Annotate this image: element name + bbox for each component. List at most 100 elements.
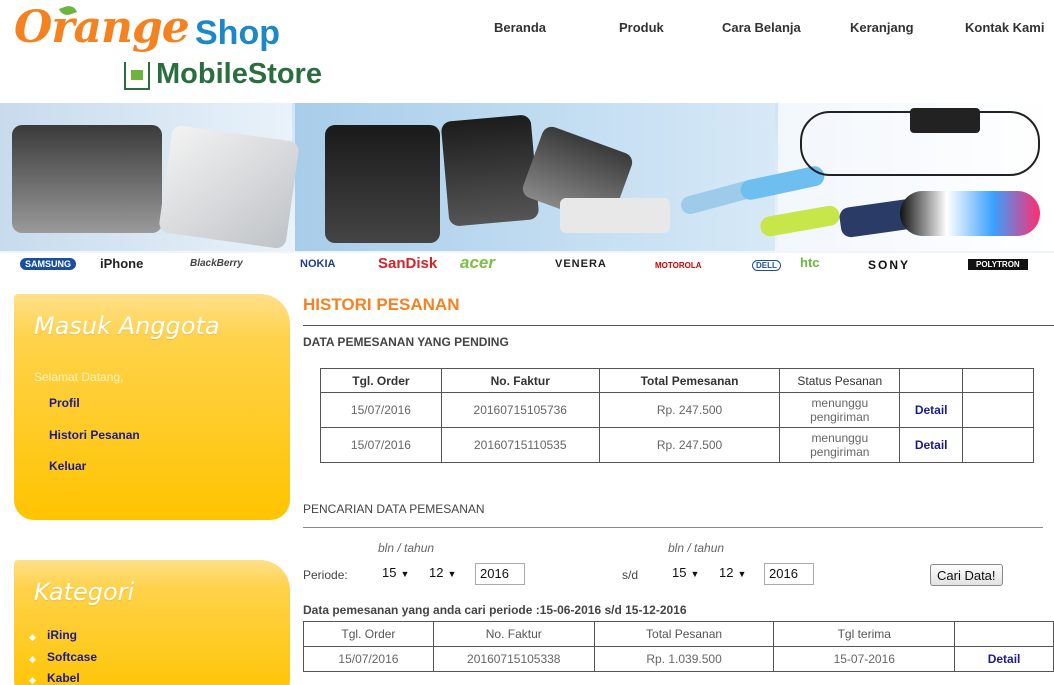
nav-keranjang[interactable]: Keranjang: [850, 20, 914, 35]
status-text: pengiriman: [810, 410, 870, 424]
to-year-input[interactable]: 2016: [764, 563, 814, 585]
headphones-image: [900, 191, 1040, 236]
search-button[interactable]: Cari Data!: [930, 564, 1003, 586]
nav-produk[interactable]: Produk: [619, 20, 664, 35]
invoice-cell: 20160715105338: [432, 646, 595, 672]
to-month-select[interactable]: 12 ▼: [715, 563, 763, 585]
polytron-logo: POLYTRON: [968, 259, 1028, 270]
bullet-icon: ◆: [29, 654, 36, 664]
status-cell: menunggu pengiriman: [779, 427, 901, 463]
from-year-input[interactable]: 2016: [475, 563, 525, 585]
order-history-link[interactable]: Histori Pesanan: [49, 428, 140, 442]
column-header: Tgl terima: [773, 621, 956, 647]
chevron-down-icon: ▼: [447, 569, 457, 579]
search-results-table: Tgl. Order No. Faktur Total Pesanan Tgl …: [303, 621, 1054, 672]
table-row: 15/07/2016 20160715110535 Rp. 247.500 me…: [320, 427, 1034, 463]
site-header: Orange Shop MobileStore Beranda Produk C…: [0, 0, 1054, 103]
pending-orders-table: Tgl. Order No. Faktur Total Pemesanan St…: [320, 368, 1034, 463]
column-header: Total Pesanan: [593, 621, 775, 647]
column-header: [954, 621, 1054, 647]
total-cell: Rp. 1.039.500: [593, 646, 775, 672]
galaxy-note-image: [158, 124, 300, 250]
order-date-cell: 15/07/2016: [320, 392, 442, 428]
nav-cara-belanja[interactable]: Cara Belanja: [722, 20, 801, 35]
car-charger-image: [560, 198, 670, 233]
to-period-hint: bln / tahun: [668, 541, 725, 555]
category-kabel[interactable]: Kabel: [47, 671, 80, 685]
samsung-logo: SAMSUNG: [20, 258, 77, 270]
profile-link[interactable]: Profil: [49, 396, 80, 410]
column-header: Tgl. Order: [303, 621, 434, 647]
invoice-cell: 20160715110535: [440, 427, 600, 463]
period-label: Periode:: [303, 568, 348, 582]
motorola-logo: MOTOROLA: [655, 261, 702, 270]
member-box: Masuk Anggota Selamat Datang, Profil His…: [14, 294, 290, 520]
empty-cell: [962, 427, 1034, 463]
category-box: Kategori ◆ iRing ◆ Softcase ◆ Kabel: [14, 560, 290, 685]
iphone-image: [325, 125, 440, 243]
sandisk-logo: SanDisk: [378, 255, 438, 272]
action-cell: Detail: [899, 392, 964, 428]
status-text: pengiriman: [810, 445, 870, 459]
action-cell: Detail: [954, 646, 1054, 672]
invoice-cell: 20160715105736: [440, 392, 600, 428]
category-box-title: Kategori: [34, 578, 135, 606]
to-day-select[interactable]: 15 ▼: [668, 563, 710, 585]
column-header: Total Pemesanan: [598, 368, 781, 393]
status-text: menunggu: [811, 431, 869, 445]
htc-logo: htc: [800, 255, 820, 270]
to-month-value: 12: [719, 565, 734, 580]
table-row: 15/07/2016 20160715105736 Rp. 247.500 me…: [320, 392, 1034, 428]
search-section-title: PENCARIAN DATA PEMESANAN: [303, 502, 485, 516]
nav-kontak-kami[interactable]: Kontak Kami: [965, 20, 1044, 35]
charger-image: [910, 108, 980, 133]
category-iring[interactable]: iRing: [47, 628, 77, 642]
category-softcase[interactable]: Softcase: [47, 650, 97, 664]
blackberry-logo: BlackBerry: [190, 258, 243, 269]
brand-logo-strip: SAMSUNG iPhone BlackBerry NOKIA SanDisk …: [0, 253, 1054, 278]
column-header: [899, 368, 964, 393]
detail-link[interactable]: Detail: [915, 438, 948, 452]
order-date-cell: 15/07/2016: [303, 646, 434, 672]
detail-link[interactable]: Detail: [915, 403, 948, 417]
table-header-row: Tgl. Order No. Faktur Total Pemesanan St…: [320, 368, 1034, 393]
to-day-value: 15: [672, 565, 687, 580]
bullet-icon: ◆: [29, 632, 36, 642]
from-period-hint: bln / tahun: [378, 541, 435, 555]
chevron-down-icon: ▼: [690, 569, 700, 579]
table-row: 15/07/2016 20160715105338 Rp. 1.039.500 …: [303, 646, 1054, 672]
cart-logo-icon: [124, 62, 150, 90]
range-separator: s/d: [622, 568, 639, 582]
empty-cell: [962, 392, 1034, 428]
status-text: menunggu: [811, 396, 869, 410]
total-cell: Rp. 247.500: [598, 427, 781, 463]
logout-link[interactable]: Keluar: [49, 459, 86, 473]
column-header: No. Faktur: [432, 621, 595, 647]
column-header: [962, 368, 1034, 393]
brand-subtitle: MobileStore: [156, 58, 322, 90]
acer-logo: acer: [460, 253, 495, 272]
title-divider: [303, 325, 1054, 326]
product-banner: SAMSUNG iPhone BlackBerry NOKIA SanDisk …: [0, 103, 1054, 278]
chevron-down-icon: ▼: [737, 569, 747, 579]
total-cell: Rp. 247.500: [598, 392, 781, 428]
nokia-logo: NOKIA: [300, 258, 336, 270]
column-header: Tgl. Order: [320, 368, 442, 393]
dell-logo: DELL: [752, 260, 781, 271]
from-day-value: 15: [382, 565, 397, 580]
chevron-down-icon: ▼: [400, 569, 410, 579]
order-date-cell: 15/07/2016: [320, 427, 442, 463]
from-month-select[interactable]: 12 ▼: [425, 563, 473, 585]
detail-link[interactable]: Detail: [988, 652, 1021, 666]
welcome-text: Selamat Datang,: [34, 370, 124, 384]
from-day-select[interactable]: 15 ▼: [378, 563, 420, 585]
venera-logo: VENERA: [555, 258, 607, 270]
pending-section-title: DATA PEMESANAN YANG PENDING: [303, 335, 509, 349]
blackberry-phone-image: [12, 125, 162, 233]
nav-beranda[interactable]: Beranda: [494, 20, 546, 35]
action-cell: Detail: [899, 427, 964, 463]
page-title: HISTORI PESANAN: [303, 295, 460, 314]
nokia-phone-image: [440, 114, 540, 227]
column-header: Status Pesanan: [779, 368, 901, 393]
table-header-row: Tgl. Order No. Faktur Total Pesanan Tgl …: [303, 621, 1054, 647]
